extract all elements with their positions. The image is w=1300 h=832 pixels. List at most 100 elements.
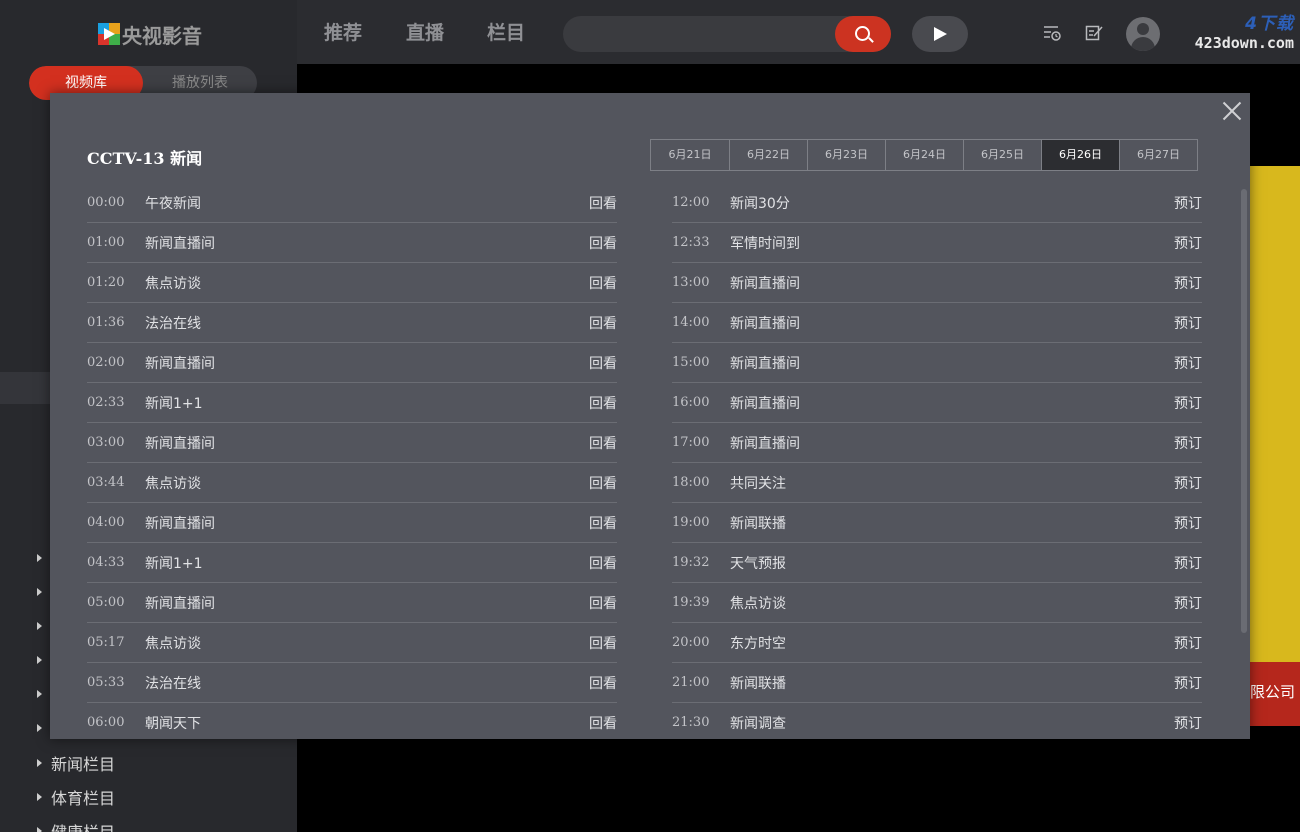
replay-link[interactable]: 回看 (577, 553, 617, 573)
replay-link[interactable]: 回看 (577, 673, 617, 693)
history-icon[interactable] (1043, 24, 1061, 42)
program-name[interactable]: 新闻联播 (730, 513, 1162, 533)
program-name[interactable]: 新闻调查 (730, 713, 1162, 733)
date-tabs: 6月21日 6月22日 6月23日 6月24日 6月25日 6月26日 6月27… (650, 139, 1198, 171)
program-name[interactable]: 新闻直播间 (145, 513, 577, 533)
program-name[interactable]: 焦点访谈 (730, 593, 1162, 613)
reserve-link[interactable]: 预订 (1162, 193, 1202, 213)
program-name[interactable]: 新闻30分 (730, 193, 1162, 213)
reserve-link[interactable]: 预订 (1162, 633, 1202, 653)
program-name[interactable]: 新闻1+1 (145, 393, 577, 413)
program-name[interactable]: 新闻直播间 (730, 433, 1162, 453)
reserve-link[interactable]: 预订 (1162, 233, 1202, 253)
reserve-link[interactable]: 预订 (1162, 553, 1202, 573)
program-name[interactable]: 法治在线 (145, 673, 577, 693)
program-name[interactable]: 新闻直播间 (145, 433, 577, 453)
reserve-link[interactable]: 预订 (1162, 313, 1202, 333)
program-name[interactable]: 军情时间到 (730, 233, 1162, 253)
watermark-url: 423down.com (1194, 34, 1294, 52)
replay-link[interactable]: 回看 (577, 273, 617, 293)
replay-link[interactable]: 回看 (577, 513, 617, 533)
replay-link[interactable]: 回看 (577, 393, 617, 413)
avatar-icon[interactable] (1126, 17, 1160, 51)
program-name[interactable]: 天气预报 (730, 553, 1162, 573)
program-time: 05:33 (87, 675, 125, 690)
schedule-row: 19:39 焦点访谈 预订 (672, 583, 1202, 623)
program-time: 19:00 (672, 515, 710, 530)
program-name[interactable]: 法治在线 (145, 313, 577, 333)
program-time: 05:17 (87, 635, 125, 650)
nav-columns[interactable]: 栏目 (487, 18, 525, 45)
program-name[interactable]: 共同关注 (730, 473, 1162, 493)
replay-link[interactable]: 回看 (577, 593, 617, 613)
expand-arrow-icon[interactable] (37, 588, 42, 596)
reserve-link[interactable]: 预订 (1162, 353, 1202, 373)
program-name[interactable]: 东方时空 (730, 633, 1162, 653)
expand-arrow-icon[interactable] (37, 656, 42, 664)
date-tab[interactable]: 6月22日 (729, 140, 807, 170)
schedule-row: 17:00 新闻直播间 预订 (672, 423, 1202, 463)
sidebar-item-sports[interactable]: 体育栏目 (37, 785, 115, 809)
program-name[interactable]: 新闻直播间 (145, 233, 577, 253)
nav-recommend[interactable]: 推荐 (324, 18, 362, 45)
program-name[interactable]: 新闻1+1 (145, 553, 577, 573)
schedule-row: 16:00 新闻直播间 预订 (672, 383, 1202, 423)
replay-link[interactable]: 回看 (577, 433, 617, 453)
edit-icon[interactable] (1085, 24, 1103, 42)
replay-link[interactable]: 回看 (577, 353, 617, 373)
reserve-link[interactable]: 预订 (1162, 593, 1202, 613)
expand-arrow-icon[interactable] (37, 622, 42, 630)
date-tab[interactable]: 6月21日 (651, 140, 729, 170)
program-time: 18:00 (672, 475, 710, 490)
reserve-link[interactable]: 预订 (1162, 713, 1202, 733)
replay-link[interactable]: 回看 (577, 633, 617, 653)
modal-scrollbar[interactable] (1241, 189, 1247, 633)
program-name[interactable]: 新闻直播间 (730, 393, 1162, 413)
program-time: 03:44 (87, 475, 125, 490)
date-tab[interactable]: 6月24日 (885, 140, 963, 170)
program-name[interactable]: 朝闻天下 (145, 713, 577, 733)
program-name[interactable]: 新闻直播间 (145, 593, 577, 613)
close-icon[interactable] (1222, 101, 1242, 121)
replay-link[interactable]: 回看 (577, 233, 617, 253)
program-name[interactable]: 新闻直播间 (145, 353, 577, 373)
replay-link[interactable]: 回看 (577, 473, 617, 493)
app-logo[interactable]: 央视影音 (98, 20, 202, 48)
date-tab[interactable]: 6月23日 (807, 140, 885, 170)
background-partial-text: 限公司 (1250, 683, 1296, 701)
program-time: 02:33 (87, 395, 125, 410)
replay-link[interactable]: 回看 (577, 193, 617, 213)
program-name[interactable]: 焦点访谈 (145, 633, 577, 653)
program-name[interactable]: 焦点访谈 (145, 473, 577, 493)
program-time: 00:00 (87, 195, 125, 210)
program-name[interactable]: 午夜新闻 (145, 193, 577, 213)
reserve-link[interactable]: 预订 (1162, 673, 1202, 693)
expand-arrow-icon[interactable] (37, 554, 42, 562)
program-name[interactable]: 新闻直播间 (730, 313, 1162, 333)
sidebar-item-news[interactable]: 新闻栏目 (37, 751, 115, 775)
search-input[interactable] (563, 16, 891, 52)
nav-live[interactable]: 直播 (406, 18, 444, 45)
program-name[interactable]: 新闻直播间 (730, 273, 1162, 293)
replay-link[interactable]: 回看 (577, 313, 617, 333)
reserve-link[interactable]: 预订 (1162, 473, 1202, 493)
program-time: 21:30 (672, 715, 710, 730)
program-name[interactable]: 新闻联播 (730, 673, 1162, 693)
expand-arrow-icon[interactable] (37, 690, 42, 698)
play-button[interactable] (912, 16, 968, 52)
reserve-link[interactable]: 预订 (1162, 513, 1202, 533)
sidebar-item-health[interactable]: 健康栏目 (37, 819, 115, 832)
program-time: 12:00 (672, 195, 710, 210)
replay-link[interactable]: 回看 (577, 713, 617, 733)
date-tab[interactable]: 6月27日 (1119, 140, 1197, 170)
expand-arrow-icon[interactable] (37, 724, 42, 732)
reserve-link[interactable]: 预订 (1162, 393, 1202, 413)
reserve-link[interactable]: 预订 (1162, 433, 1202, 453)
program-name[interactable]: 新闻直播间 (730, 353, 1162, 373)
date-tab[interactable]: 6月25日 (963, 140, 1041, 170)
background-banner (1249, 166, 1300, 726)
search-button[interactable] (835, 16, 891, 52)
reserve-link[interactable]: 预订 (1162, 273, 1202, 293)
date-tab-selected[interactable]: 6月26日 (1041, 140, 1119, 170)
program-name[interactable]: 焦点访谈 (145, 273, 577, 293)
